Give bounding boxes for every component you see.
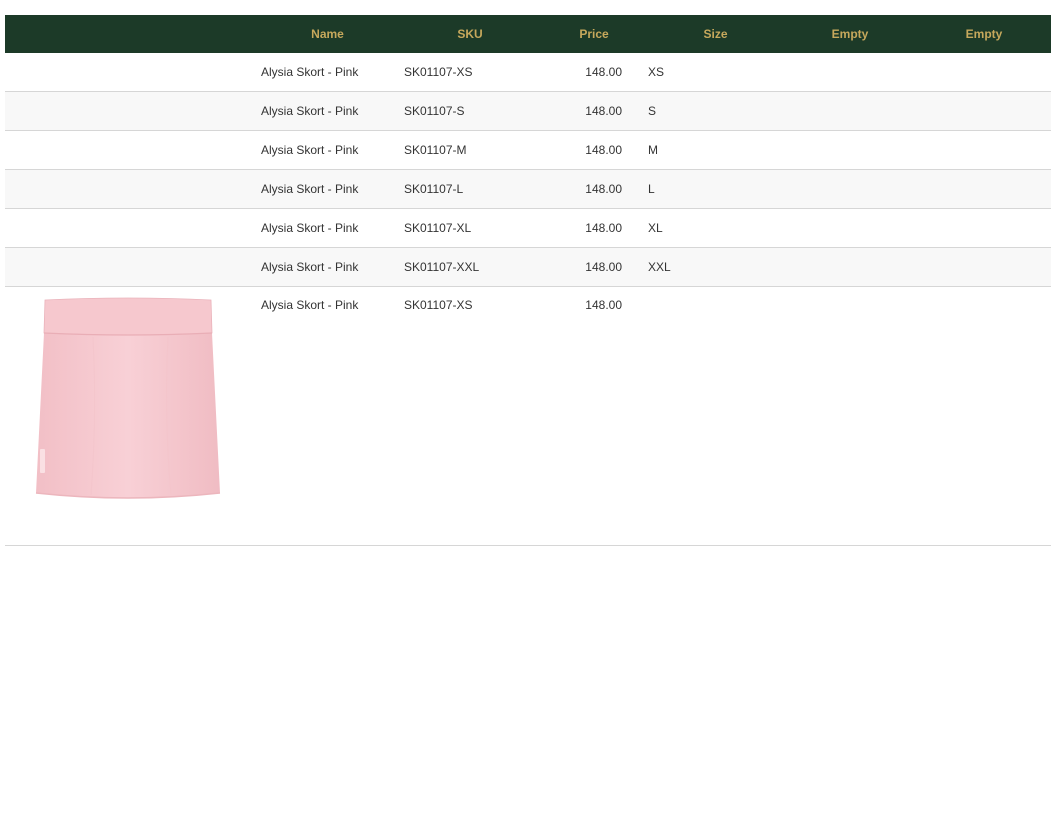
sku-cell: SK01107-XS [400, 286, 540, 546]
empty-cell [783, 286, 917, 546]
name-cell: Alysia Skort - Pink [255, 130, 400, 170]
empty-cell [783, 169, 917, 209]
empty-cell [783, 247, 917, 287]
sku-cell: SK01107-XL [400, 208, 540, 248]
empty-cell [917, 169, 1051, 209]
column-header-empty-1: Empty [783, 15, 917, 53]
size-cell: L [648, 169, 783, 209]
price-cell: 148.00 [540, 130, 648, 170]
column-header-image [5, 15, 255, 53]
column-header-name: Name [255, 15, 400, 53]
image-cell [5, 130, 255, 170]
sku-cell: SK01107-XS [400, 53, 540, 92]
name-cell: Alysia Skort - Pink [255, 208, 400, 248]
sku-cell: SK01107-XXL [400, 247, 540, 287]
size-cell: XXL [648, 247, 783, 287]
price-cell: 148.00 [540, 247, 648, 287]
table-row: Alysia Skort - Pink SK01107-XXL 148.00 X… [5, 247, 1051, 287]
image-cell [5, 286, 255, 546]
sku-cell: SK01107-L [400, 169, 540, 209]
pink-skort-image [35, 297, 221, 499]
table-row: Alysia Skort - Pink SK01107-M 148.00 M [5, 130, 1051, 170]
empty-cell [783, 53, 917, 92]
table-row: Alysia Skort - Pink SK01107-XS 148.00 XS [5, 53, 1051, 92]
column-header-sku: SKU [400, 15, 540, 53]
empty-cell [917, 286, 1051, 546]
image-cell [5, 169, 255, 209]
table-row: Alysia Skort - Pink SK01107-XL 148.00 XL [5, 208, 1051, 248]
name-cell: Alysia Skort - Pink [255, 53, 400, 92]
table-row: Alysia Skort - Pink SK01107-L 148.00 L [5, 169, 1051, 209]
price-cell: 148.00 [540, 169, 648, 209]
price-cell: 148.00 [540, 208, 648, 248]
empty-cell [917, 53, 1051, 92]
name-cell: Alysia Skort - Pink [255, 286, 400, 546]
empty-cell [783, 208, 917, 248]
price-cell: 148.00 [540, 53, 648, 92]
empty-cell [917, 130, 1051, 170]
column-header-price: Price [540, 15, 648, 53]
image-cell [5, 91, 255, 131]
size-cell: XS [648, 53, 783, 92]
product-table: Name SKU Price Size Empty Empty Alysia S… [5, 15, 1051, 546]
image-cell [5, 208, 255, 248]
sku-cell: SK01107-S [400, 91, 540, 131]
table-header-row: Name SKU Price Size Empty Empty [5, 15, 1051, 53]
empty-cell [783, 91, 917, 131]
empty-cell [783, 130, 917, 170]
size-cell [648, 286, 783, 546]
size-cell: M [648, 130, 783, 170]
size-cell: XL [648, 208, 783, 248]
price-cell: 148.00 [540, 91, 648, 131]
sku-cell: SK01107-M [400, 130, 540, 170]
empty-cell [917, 91, 1051, 131]
table-row: Alysia Skort - Pink SK01107-S 148.00 S [5, 91, 1051, 131]
price-cell: 148.00 [540, 286, 648, 546]
table-row-with-image: Alysia Skort - Pink SK01107-XS 148.00 [5, 286, 1051, 546]
image-cell [5, 247, 255, 287]
empty-cell [917, 208, 1051, 248]
name-cell: Alysia Skort - Pink [255, 247, 400, 287]
column-header-empty-2: Empty [917, 15, 1051, 53]
size-cell: S [648, 91, 783, 131]
name-cell: Alysia Skort - Pink [255, 169, 400, 209]
empty-cell [917, 247, 1051, 287]
name-cell: Alysia Skort - Pink [255, 91, 400, 131]
image-cell [5, 53, 255, 92]
column-header-size: Size [648, 15, 783, 53]
